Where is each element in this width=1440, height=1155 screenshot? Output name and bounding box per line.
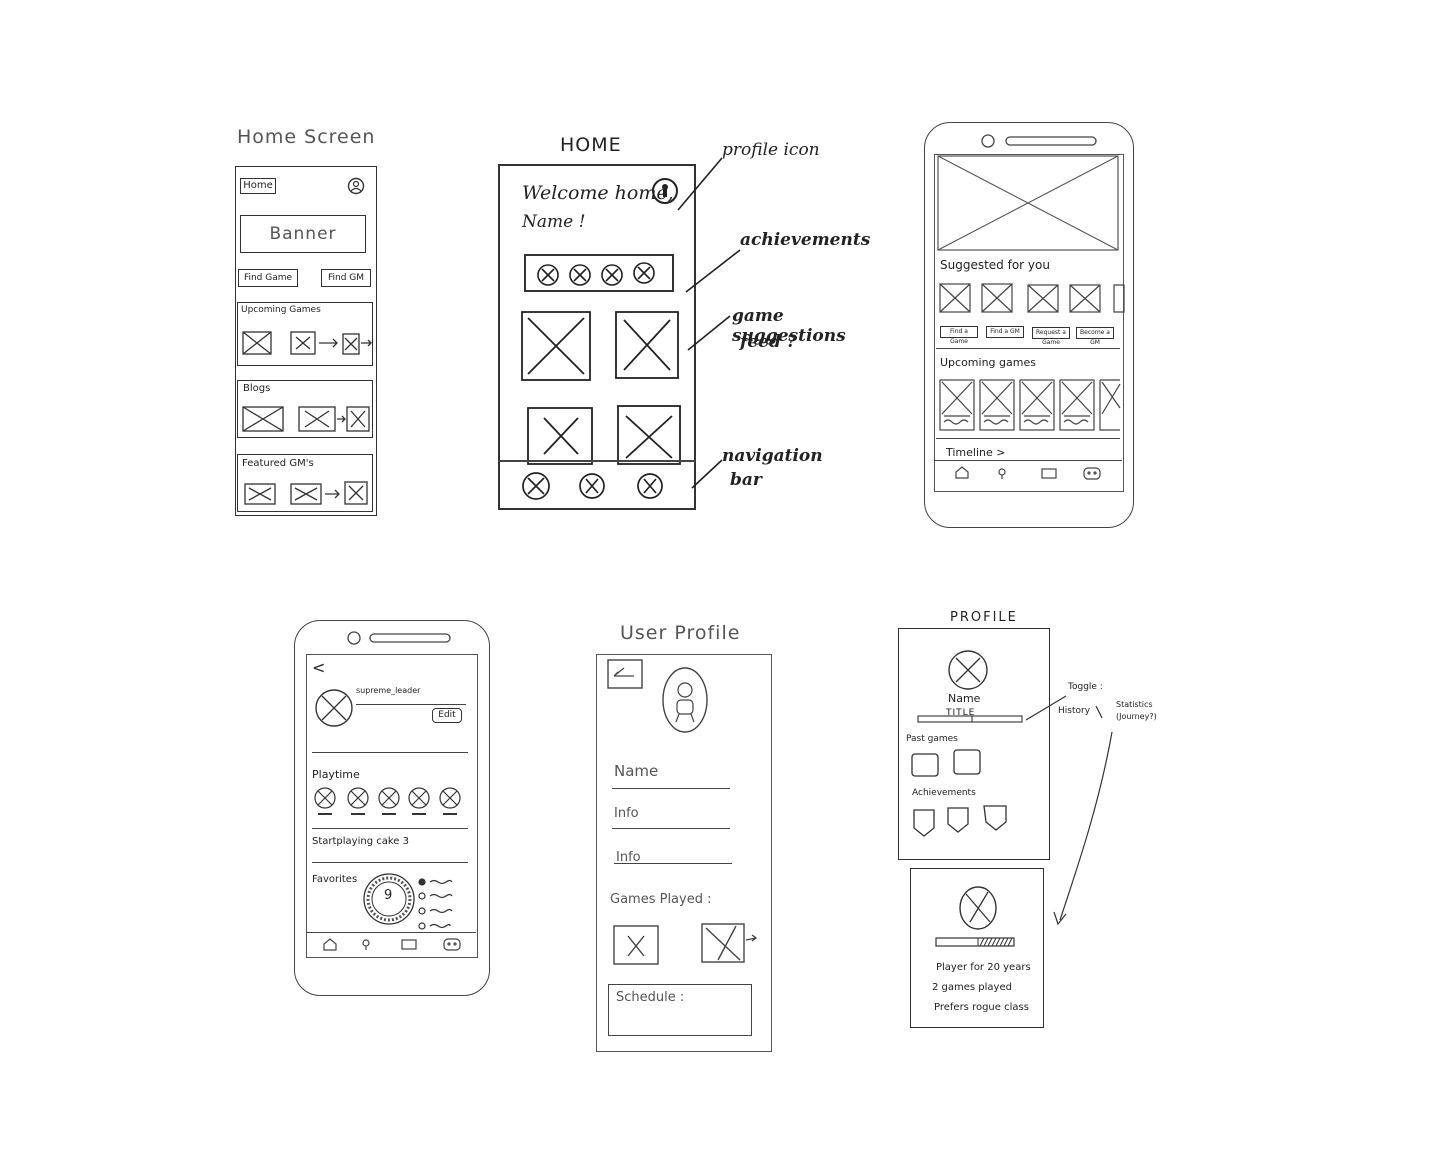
info-underline (612, 828, 730, 829)
featured-gms-row (244, 481, 368, 505)
user-profile-sketch: User Profile Name Info Info Games Played… (590, 618, 780, 1058)
timeline-link[interactable]: Timeline > (946, 446, 1006, 459)
home-tab[interactable]: Home (240, 178, 276, 194)
avatar (315, 689, 353, 727)
avatar (662, 667, 708, 733)
back-icon[interactable] (606, 658, 646, 692)
profile-icon[interactable] (347, 177, 365, 195)
username: supreme_leader (356, 686, 421, 695)
achievements-label: Achievements (912, 788, 976, 798)
favorites-legend (418, 878, 453, 930)
nav-divider (934, 460, 1122, 461)
section-label: Blogs (243, 383, 271, 394)
bottom-nav[interactable] (314, 936, 474, 956)
bottom-nav[interactable] (942, 464, 1122, 484)
section-label: Suggested for you (940, 258, 1050, 272)
home-screen-sketch: Home Screen Home Banner Find Game Find G… (225, 120, 385, 520)
find-gm-button[interactable]: Find GM (321, 269, 371, 287)
username-underline (356, 704, 466, 705)
section-label: Featured GM's (242, 458, 314, 469)
become-gm-button[interactable]: Become a GM (1076, 327, 1114, 346)
back-button[interactable]: < (312, 658, 325, 677)
upcoming-games-row (242, 331, 372, 355)
info-label: Info (614, 806, 639, 821)
hero-image (937, 155, 1119, 251)
annotation-leaders (677, 157, 741, 489)
games-played-row (613, 923, 758, 965)
dial-value: 9 (384, 888, 393, 903)
banner[interactable]: Banner (240, 215, 366, 253)
request-game-button[interactable]: Request a Game (1032, 327, 1070, 346)
nav-divider (306, 932, 476, 933)
section-label: Playtime (312, 768, 360, 781)
section-label: Favorites (312, 874, 358, 885)
start-playing-text: Startplaying cake 3 (312, 836, 409, 847)
avatar (959, 886, 997, 930)
blogs-row (242, 406, 370, 432)
sketch-title: Home Screen (237, 126, 376, 148)
name-underline (612, 788, 730, 789)
past-games-row (911, 749, 981, 777)
quick-buttons: Find a Game Find a GM Request a Game Bec… (940, 326, 1130, 346)
upcoming-row (939, 379, 1121, 431)
phone-feed-sketch: Suggested for you Find a Game Find a GM … (920, 118, 1140, 532)
sketch-title: User Profile (620, 622, 741, 644)
phone-profile-sketch: < supreme_leader Edit Playtime Startplay… (290, 618, 494, 1002)
schedule-label: Schedule : (616, 990, 685, 1005)
achievement-badges (913, 805, 1007, 837)
speaker-camera (981, 134, 1097, 148)
stat-line: 2 games played (932, 982, 1012, 993)
past-games-label: Past games (906, 734, 958, 744)
speaker-camera (347, 631, 451, 645)
stat-line: Prefers rogue class (934, 1002, 1029, 1013)
suggested-row (939, 283, 1125, 313)
find-game-button[interactable]: Find a Game (940, 326, 978, 345)
home-icon (955, 466, 969, 479)
profile-sketch: PROFILE Name TITLE Toggle : History Stat… (890, 600, 1180, 1040)
games-played-label: Games Played : (610, 892, 712, 907)
name-label: Name (614, 762, 659, 780)
info-underline (614, 863, 732, 864)
find-gm-button[interactable]: Find a GM (986, 326, 1024, 338)
divider (312, 752, 468, 753)
divider (936, 438, 1120, 439)
home-sketch: HOME Welcome home, Name ! profile icon a… (440, 120, 890, 530)
divider (936, 348, 1120, 349)
find-game-button[interactable]: Find Game (238, 269, 298, 287)
experience-bar (935, 937, 1015, 947)
section-label: Upcoming Games (241, 305, 321, 315)
stat-line: Player for 20 years (936, 962, 1031, 973)
divider (312, 828, 468, 829)
playtime-row (314, 787, 461, 815)
divider (312, 862, 468, 863)
section-label: Upcoming games (940, 356, 1036, 369)
edit-button[interactable]: Edit (432, 708, 462, 723)
